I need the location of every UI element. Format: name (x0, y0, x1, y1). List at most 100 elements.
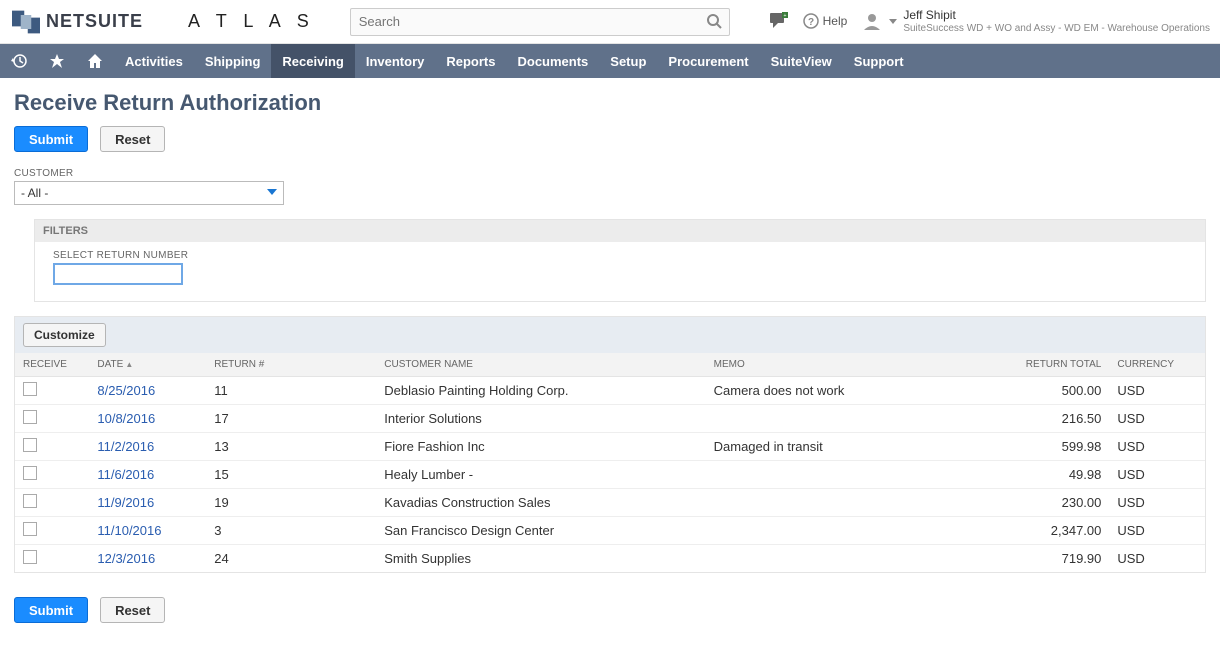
nav-item-shipping[interactable]: Shipping (194, 44, 272, 78)
action-buttons-top: Submit Reset (14, 126, 1206, 152)
user-info: Jeff Shipit SuiteSuccess WD + WO and Ass… (903, 9, 1210, 34)
help-button[interactable]: ? Help (803, 13, 848, 29)
netsuite-logo-icon (12, 8, 40, 36)
col-header-receive[interactable]: RECEIVE (15, 353, 89, 377)
table-row: 12/3/201624Smith Supplies719.90USD (15, 545, 1205, 573)
feedback-icon[interactable]: + (769, 12, 789, 30)
cell-return-total: 49.98 (982, 461, 1110, 489)
page-content: Receive Return Authorization Submit Rese… (0, 78, 1220, 669)
col-header-customer[interactable]: CUSTOMER NAME (376, 353, 705, 377)
sort-asc-icon: ▲ (125, 360, 133, 369)
cell-date[interactable]: 10/8/2016 (89, 405, 206, 433)
cell-customer-name: Interior Solutions (376, 405, 705, 433)
netsuite-logo[interactable]: NETSUITE (12, 8, 143, 36)
receive-checkbox[interactable] (23, 410, 37, 424)
nav-favorites-icon[interactable] (38, 44, 76, 78)
cell-currency: USD (1109, 433, 1205, 461)
cell-customer-name: Kavadias Construction Sales (376, 489, 705, 517)
submit-button[interactable]: Submit (14, 126, 88, 152)
cell-currency: USD (1109, 489, 1205, 517)
cell-return-number: 11 (206, 377, 376, 405)
table-row: 11/2/201613Fiore Fashion IncDamaged in t… (15, 433, 1205, 461)
nav-item-reports[interactable]: Reports (435, 44, 506, 78)
cell-return-total: 216.50 (982, 405, 1110, 433)
nav-item-support[interactable]: Support (843, 44, 915, 78)
cell-return-number: 19 (206, 489, 376, 517)
receive-checkbox[interactable] (23, 466, 37, 480)
cell-return-number: 13 (206, 433, 376, 461)
col-header-memo[interactable]: MEMO (706, 353, 982, 377)
netsuite-logo-text: NETSUITE (46, 11, 143, 32)
col-header-return[interactable]: RETURN # (206, 353, 376, 377)
table-row: 11/9/201619Kavadias Construction Sales 23… (15, 489, 1205, 517)
reset-button[interactable]: Reset (100, 126, 165, 152)
cell-currency: USD (1109, 517, 1205, 545)
return-number-label: SELECT RETURN NUMBER (53, 250, 1187, 261)
help-icon: ? (803, 13, 819, 29)
cell-currency: USD (1109, 405, 1205, 433)
cell-currency: USD (1109, 377, 1205, 405)
top-right-controls: + ? Help Jeff Shipit SuiteSuccess WD + W… (769, 9, 1210, 34)
chevron-down-icon (889, 17, 897, 25)
nav-item-documents[interactable]: Documents (506, 44, 599, 78)
nav-item-receiving[interactable]: Receiving (271, 44, 354, 78)
cell-return-total: 230.00 (982, 489, 1110, 517)
cell-return-total: 2,347.00 (982, 517, 1110, 545)
results-grid: Customize RECEIVE DATE▲ RETURN # CUSTOME… (14, 316, 1206, 573)
nav-item-procurement[interactable]: Procurement (657, 44, 759, 78)
nav-item-suiteview[interactable]: SuiteView (760, 44, 843, 78)
receive-checkbox[interactable] (23, 522, 37, 536)
cell-date[interactable]: 11/6/2016 (89, 461, 206, 489)
submit-button-bottom[interactable]: Submit (14, 597, 88, 623)
col-header-currency[interactable]: CURRENCY (1109, 353, 1205, 377)
receive-checkbox[interactable] (23, 438, 37, 452)
return-number-input[interactable] (53, 263, 183, 285)
cell-return-number: 3 (206, 517, 376, 545)
cell-customer-name: Smith Supplies (376, 545, 705, 573)
cell-return-total: 599.98 (982, 433, 1110, 461)
search-icon[interactable] (706, 13, 722, 32)
search-input[interactable] (350, 8, 730, 36)
reset-button-bottom[interactable]: Reset (100, 597, 165, 623)
cell-date[interactable]: 8/25/2016 (89, 377, 206, 405)
page-title: Receive Return Authorization (14, 90, 1206, 116)
customer-field-label: CUSTOMER (14, 168, 1206, 179)
cell-customer-name: Deblasio Painting Holding Corp. (376, 377, 705, 405)
nav-home-icon[interactable] (76, 44, 114, 78)
cell-return-total: 719.90 (982, 545, 1110, 573)
cell-memo (706, 461, 982, 489)
col-header-date[interactable]: DATE▲ (89, 353, 206, 377)
user-menu[interactable]: Jeff Shipit SuiteSuccess WD + WO and Ass… (861, 9, 1210, 34)
col-header-total[interactable]: RETURN TOTAL (982, 353, 1110, 377)
user-role: SuiteSuccess WD + WO and Assy - WD EM - … (903, 23, 1210, 35)
receive-checkbox[interactable] (23, 494, 37, 508)
receive-checkbox[interactable] (23, 382, 37, 396)
filters-panel: FILTERS SELECT RETURN NUMBER (34, 219, 1206, 302)
cell-memo (706, 517, 982, 545)
svg-text:?: ? (808, 17, 814, 28)
nav-recent-icon[interactable] (0, 44, 38, 78)
cell-memo: Damaged in transit (706, 433, 982, 461)
grid-toolbar: Customize (15, 317, 1205, 353)
cell-currency: USD (1109, 545, 1205, 573)
cell-customer-name: Healy Lumber - (376, 461, 705, 489)
top-bar: NETSUITE A T L A S + ? Help Jeff Shipit … (0, 0, 1220, 44)
customer-select-value: - All - (21, 186, 48, 200)
cell-memo: Camera does not work (706, 377, 982, 405)
nav-item-setup[interactable]: Setup (599, 44, 657, 78)
table-row: 11/6/201615Healy Lumber -49.98USD (15, 461, 1205, 489)
cell-date[interactable]: 11/10/2016 (89, 517, 206, 545)
avatar-icon (861, 10, 883, 32)
customize-button[interactable]: Customize (23, 323, 106, 347)
global-search (350, 8, 730, 36)
cell-customer-name: Fiore Fashion Inc (376, 433, 705, 461)
customer-select[interactable]: - All - (14, 181, 284, 205)
receive-checkbox[interactable] (23, 550, 37, 564)
user-name: Jeff Shipit (903, 9, 1210, 23)
cell-date[interactable]: 11/9/2016 (89, 489, 206, 517)
nav-item-activities[interactable]: Activities (114, 44, 194, 78)
cell-date[interactable]: 12/3/2016 (89, 545, 206, 573)
cell-date[interactable]: 11/2/2016 (89, 433, 206, 461)
main-nav: ActivitiesShippingReceivingInventoryRepo… (0, 44, 1220, 78)
nav-item-inventory[interactable]: Inventory (355, 44, 436, 78)
